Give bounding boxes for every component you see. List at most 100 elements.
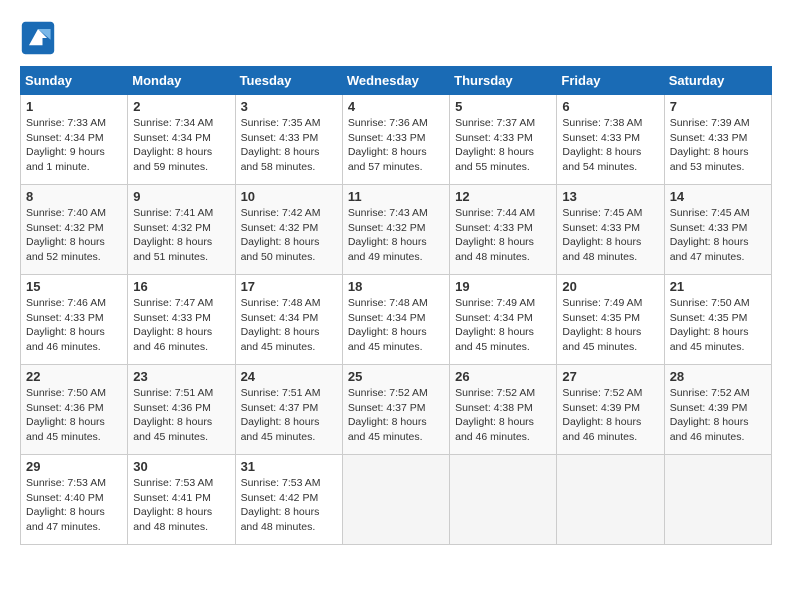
day-info: Sunrise: 7:49 AM Sunset: 4:35 PM Dayligh… (562, 296, 658, 355)
day-number: 16 (133, 279, 229, 294)
calendar: SundayMondayTuesdayWednesdayThursdayFrid… (20, 66, 772, 545)
day-cell-28: 28 Sunrise: 7:52 AM Sunset: 4:39 PM Dayli… (664, 365, 771, 455)
day-cell-25: 25 Sunrise: 7:52 AM Sunset: 4:37 PM Dayli… (342, 365, 449, 455)
day-cell-21: 21Sunrise: 7:50 AM Sunset: 4:35 PM Dayli… (664, 275, 771, 365)
day-number: 15 (26, 279, 122, 294)
day-info: Sunrise: 7:36 AM Sunset: 4:33 PM Dayligh… (348, 116, 444, 175)
day-cell-4: 4 Sunrise: 7:36 AM Sunset: 4:33 PM Daylig… (342, 95, 449, 185)
logo-icon (20, 20, 56, 56)
day-info: Sunrise: 7:44 AM Sunset: 4:33 PM Dayligh… (455, 206, 551, 265)
day-cell-26: 26 Sunrise: 7:52 AM Sunset: 4:38 PM Dayli… (450, 365, 557, 455)
day-cell-23: 23 Sunrise: 7:51 AM Sunset: 4:36 PM Dayli… (128, 365, 235, 455)
day-cell-13: 13 Sunrise: 7:45 AM Sunset: 4:33 PM Dayli… (557, 185, 664, 275)
day-number: 14 (670, 189, 766, 204)
day-number: 23 (133, 369, 229, 384)
day-number: 30 (133, 459, 229, 474)
header (20, 20, 772, 56)
day-info: Sunrise: 7:51 AM Sunset: 4:36 PM Dayligh… (133, 386, 229, 445)
day-number: 22 (26, 369, 122, 384)
day-info: Sunrise: 7:53 AM Sunset: 4:41 PM Dayligh… (133, 476, 229, 535)
day-info: Sunrise: 7:51 AM Sunset: 4:37 PM Dayligh… (241, 386, 337, 445)
day-info: Sunrise: 7:40 AM Sunset: 4:32 PM Dayligh… (26, 206, 122, 265)
day-cell-24: 24 Sunrise: 7:51 AM Sunset: 4:37 PM Dayli… (235, 365, 342, 455)
day-cell-2: 2 Sunrise: 7:34 AM Sunset: 4:34 PM Daylig… (128, 95, 235, 185)
day-info: Sunrise: 7:53 AM Sunset: 4:42 PM Dayligh… (241, 476, 337, 535)
col-header-saturday: Saturday (664, 67, 771, 95)
empty-cell (342, 455, 449, 545)
day-info: Sunrise: 7:50 AM Sunset: 4:35 PM Dayligh… (670, 296, 766, 355)
day-number: 1 (26, 99, 122, 114)
day-info: Sunrise: 7:52 AM Sunset: 4:39 PM Dayligh… (670, 386, 766, 445)
week-row-1: 1 Sunrise: 7:33 AM Sunset: 4:34 PM Daylig… (21, 95, 772, 185)
day-cell-11: 11 Sunrise: 7:43 AM Sunset: 4:32 PM Dayli… (342, 185, 449, 275)
day-cell-22: 22 Sunrise: 7:50 AM Sunset: 4:36 PM Dayli… (21, 365, 128, 455)
day-info: Sunrise: 7:52 AM Sunset: 4:39 PM Dayligh… (562, 386, 658, 445)
day-number: 29 (26, 459, 122, 474)
day-cell-6: 6Sunrise: 7:38 AM Sunset: 4:33 PM Daylig… (557, 95, 664, 185)
day-info: Sunrise: 7:50 AM Sunset: 4:36 PM Dayligh… (26, 386, 122, 445)
day-info: Sunrise: 7:43 AM Sunset: 4:32 PM Dayligh… (348, 206, 444, 265)
day-info: Sunrise: 7:42 AM Sunset: 4:32 PM Dayligh… (241, 206, 337, 265)
day-cell-17: 17Sunrise: 7:48 AM Sunset: 4:34 PM Dayli… (235, 275, 342, 365)
day-number: 9 (133, 189, 229, 204)
day-number: 26 (455, 369, 551, 384)
day-number: 17 (241, 279, 337, 294)
day-number: 13 (562, 189, 658, 204)
day-number: 31 (241, 459, 337, 474)
empty-cell (450, 455, 557, 545)
day-info: Sunrise: 7:46 AM Sunset: 4:33 PM Dayligh… (26, 296, 122, 355)
empty-cell (664, 455, 771, 545)
col-header-tuesday: Tuesday (235, 67, 342, 95)
day-number: 7 (670, 99, 766, 114)
day-number: 24 (241, 369, 337, 384)
week-row-5: 29 Sunrise: 7:53 AM Sunset: 4:40 PM Dayli… (21, 455, 772, 545)
day-info: Sunrise: 7:53 AM Sunset: 4:40 PM Dayligh… (26, 476, 122, 535)
day-number: 28 (670, 369, 766, 384)
day-cell-30: 30 Sunrise: 7:53 AM Sunset: 4:41 PM Dayli… (128, 455, 235, 545)
day-info: Sunrise: 7:49 AM Sunset: 4:34 PM Dayligh… (455, 296, 551, 355)
day-cell-7: 7 Sunrise: 7:39 AM Sunset: 4:33 PM Daylig… (664, 95, 771, 185)
empty-cell (557, 455, 664, 545)
day-cell-9: 9 Sunrise: 7:41 AM Sunset: 4:32 PM Daylig… (128, 185, 235, 275)
day-cell-8: 8 Sunrise: 7:40 AM Sunset: 4:32 PM Daylig… (21, 185, 128, 275)
week-row-2: 8 Sunrise: 7:40 AM Sunset: 4:32 PM Daylig… (21, 185, 772, 275)
day-cell-14: 14Sunrise: 7:45 AM Sunset: 4:33 PM Dayli… (664, 185, 771, 275)
logo (20, 20, 60, 56)
day-number: 8 (26, 189, 122, 204)
day-number: 10 (241, 189, 337, 204)
day-info: Sunrise: 7:33 AM Sunset: 4:34 PM Dayligh… (26, 116, 122, 175)
day-cell-12: 12Sunrise: 7:44 AM Sunset: 4:33 PM Dayli… (450, 185, 557, 275)
col-header-thursday: Thursday (450, 67, 557, 95)
day-info: Sunrise: 7:52 AM Sunset: 4:38 PM Dayligh… (455, 386, 551, 445)
day-number: 4 (348, 99, 444, 114)
day-cell-27: 27 Sunrise: 7:52 AM Sunset: 4:39 PM Dayli… (557, 365, 664, 455)
day-cell-10: 10 Sunrise: 7:42 AM Sunset: 4:32 PM Dayli… (235, 185, 342, 275)
day-info: Sunrise: 7:52 AM Sunset: 4:37 PM Dayligh… (348, 386, 444, 445)
day-number: 20 (562, 279, 658, 294)
day-info: Sunrise: 7:37 AM Sunset: 4:33 PM Dayligh… (455, 116, 551, 175)
day-cell-29: 29 Sunrise: 7:53 AM Sunset: 4:40 PM Dayli… (21, 455, 128, 545)
day-number: 3 (241, 99, 337, 114)
day-cell-31: 31 Sunrise: 7:53 AM Sunset: 4:42 PM Dayli… (235, 455, 342, 545)
day-info: Sunrise: 7:35 AM Sunset: 4:33 PM Dayligh… (241, 116, 337, 175)
day-cell-18: 18Sunrise: 7:48 AM Sunset: 4:34 PM Dayli… (342, 275, 449, 365)
day-number: 25 (348, 369, 444, 384)
day-number: 6 (562, 99, 658, 114)
day-number: 27 (562, 369, 658, 384)
week-row-4: 22 Sunrise: 7:50 AM Sunset: 4:36 PM Dayli… (21, 365, 772, 455)
day-number: 2 (133, 99, 229, 114)
day-info: Sunrise: 7:45 AM Sunset: 4:33 PM Dayligh… (562, 206, 658, 265)
day-info: Sunrise: 7:34 AM Sunset: 4:34 PM Dayligh… (133, 116, 229, 175)
day-number: 11 (348, 189, 444, 204)
day-cell-3: 3 Sunrise: 7:35 AM Sunset: 4:33 PM Daylig… (235, 95, 342, 185)
day-cell-19: 19Sunrise: 7:49 AM Sunset: 4:34 PM Dayli… (450, 275, 557, 365)
day-cell-20: 20 Sunrise: 7:49 AM Sunset: 4:35 PM Dayli… (557, 275, 664, 365)
day-cell-5: 5 Sunrise: 7:37 AM Sunset: 4:33 PM Daylig… (450, 95, 557, 185)
col-header-monday: Monday (128, 67, 235, 95)
col-header-friday: Friday (557, 67, 664, 95)
day-number: 18 (348, 279, 444, 294)
day-number: 5 (455, 99, 551, 114)
day-info: Sunrise: 7:41 AM Sunset: 4:32 PM Dayligh… (133, 206, 229, 265)
day-cell-15: 15 Sunrise: 7:46 AM Sunset: 4:33 PM Dayli… (21, 275, 128, 365)
day-info: Sunrise: 7:39 AM Sunset: 4:33 PM Dayligh… (670, 116, 766, 175)
